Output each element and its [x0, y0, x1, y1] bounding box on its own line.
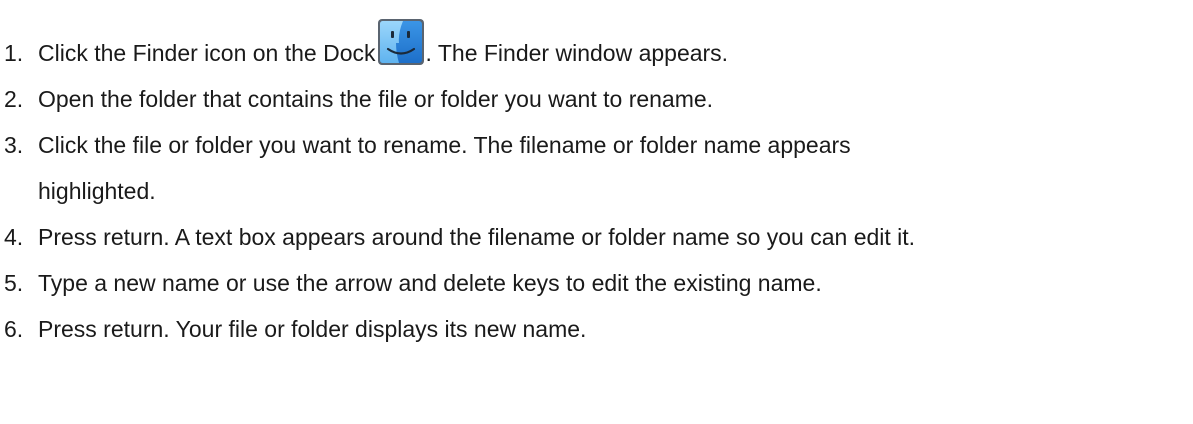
step-text: Press return. A text box appears around …	[38, 224, 916, 250]
step-number: 4.	[4, 224, 24, 250]
step-text: Type a new name or use the arrow and del…	[38, 270, 822, 296]
step-text: Click the file or folder you want to ren…	[38, 132, 851, 158]
step-text: Open the folder that contains the file o…	[38, 86, 714, 112]
step-6: 6. Press return. Your file or folder dis…	[4, 306, 1189, 352]
step-number: 2.	[4, 86, 24, 112]
step-text-continued: . The Finder window appears.	[425, 40, 729, 66]
instructions-document: 1. Click the Finder icon on the Dock . T…	[0, 0, 1193, 424]
step-number: 1.	[4, 40, 24, 66]
step-number: 3.	[4, 132, 24, 158]
step-text-wrap: highlighted.	[38, 178, 156, 204]
step-1: 1. Click the Finder icon on the Dock . T…	[4, 0, 1189, 76]
step-4: 4. Press return. A text box appears arou…	[4, 214, 1189, 260]
finder-icon	[376, 17, 426, 67]
step-5: 5. Type a new name or use the arrow and …	[4, 260, 1189, 306]
step-text: Press return. Your file or folder displa…	[38, 316, 587, 342]
step-number: 6.	[4, 316, 24, 342]
rename-steps-list: 1. Click the Finder icon on the Dock . T…	[4, 0, 1189, 352]
step-2: 2. Open the folder that contains the fil…	[4, 76, 1189, 122]
step-text: Click the Finder icon on the Dock	[38, 40, 376, 66]
step-3: 3. Click the file or folder you want to …	[4, 122, 1189, 214]
step-number: 5.	[4, 270, 24, 296]
